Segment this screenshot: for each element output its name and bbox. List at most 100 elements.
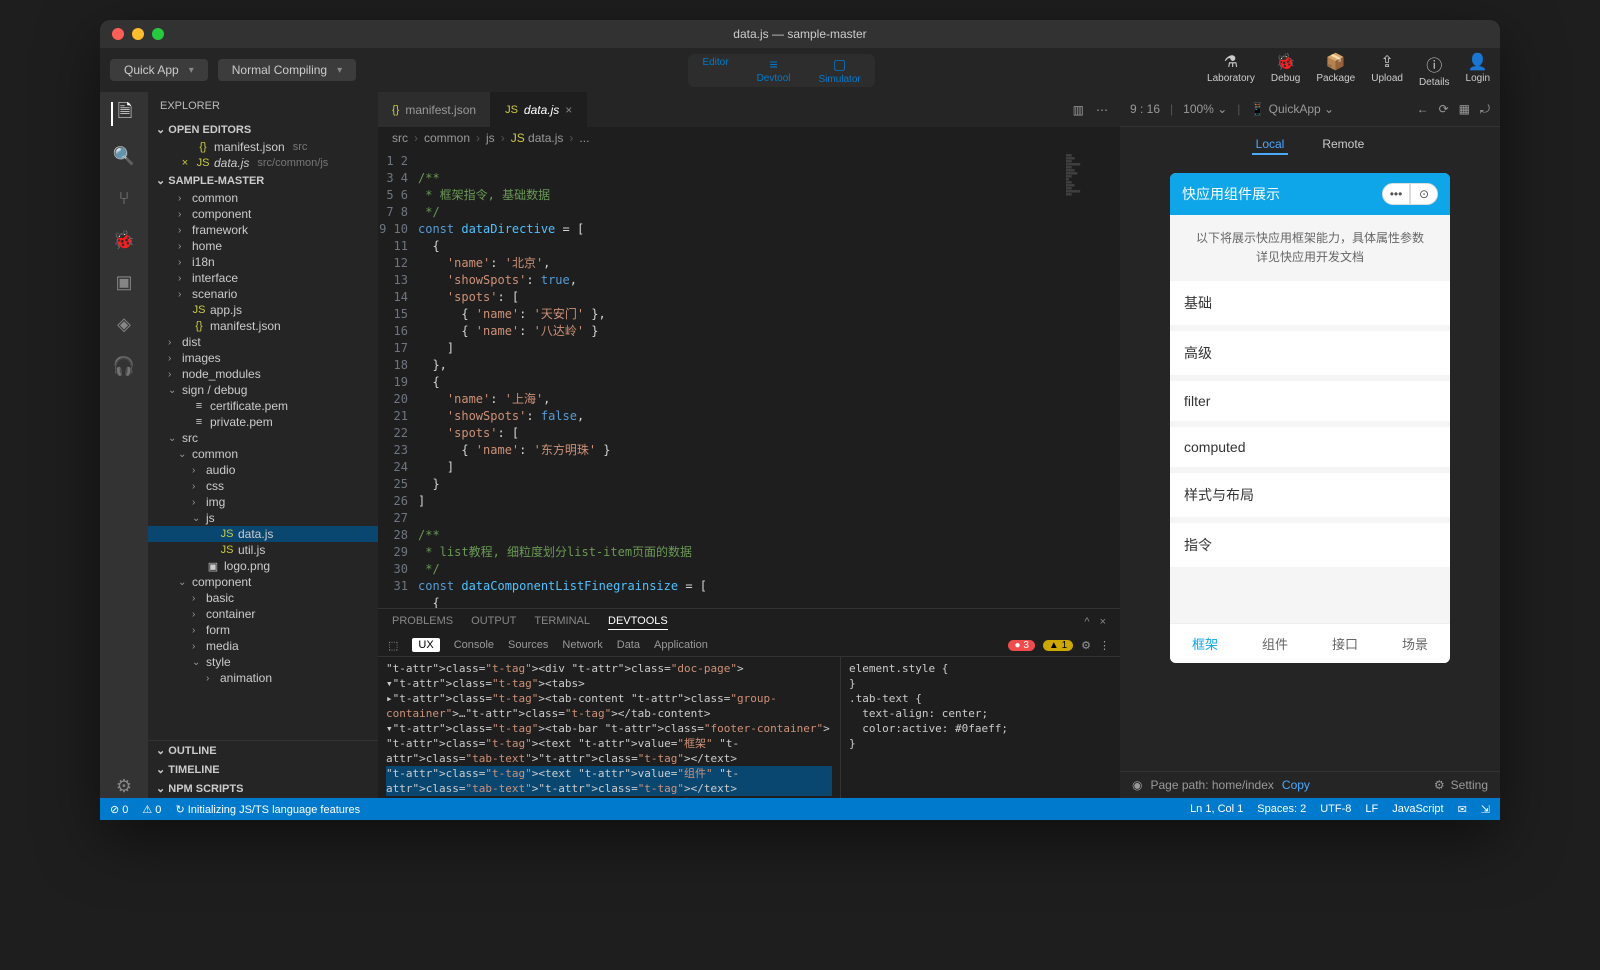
toolbar-package[interactable]: 📦Package <box>1316 52 1355 88</box>
scm-icon[interactable]: ⑂ <box>112 186 136 210</box>
tree-item[interactable]: ›container <box>148 606 378 622</box>
tree-item[interactable]: ›media <box>148 638 378 654</box>
tree-item[interactable]: JSutil.js <box>148 542 378 558</box>
tree-item[interactable]: ›interface <box>148 270 378 286</box>
split-editor-icon[interactable]: ▥ <box>1073 103 1084 117</box>
open-editor-item[interactable]: ×JSdata.jssrc/common/js <box>148 155 378 171</box>
explorer-icon[interactable]: 🗎 <box>111 102 135 126</box>
devtool-tab-console[interactable]: Console <box>454 639 494 651</box>
dom-tree[interactable]: "t-attr">class="t-tag"><div "t-attr">cla… <box>378 657 840 798</box>
toolbar-devtool[interactable]: ≡Devtool <box>743 54 805 87</box>
panel-close-icon[interactable]: × <box>1100 614 1106 630</box>
open-editors-header[interactable]: OPEN EDITORS <box>148 120 378 139</box>
tree-item[interactable]: ⌄component <box>148 574 378 590</box>
toolbar-login[interactable]: 👤Login <box>1466 52 1490 88</box>
breadcrumb[interactable]: src›common›js›JS data.js›... <box>378 127 1120 149</box>
settings-icon[interactable]: ⚙ <box>112 774 136 798</box>
panel-tab-devtools[interactable]: DEVTOOLS <box>608 613 668 630</box>
layers-icon[interactable]: ◈ <box>112 312 136 336</box>
app-dropdown[interactable]: Quick App <box>110 59 208 81</box>
debug-icon[interactable]: 🐞 <box>112 228 136 252</box>
tree-item[interactable]: ⌄style <box>148 654 378 670</box>
devtool-tab-data[interactable]: Data <box>617 639 640 651</box>
tree-item[interactable]: ›scenario <box>148 286 378 302</box>
copy-link[interactable]: Copy <box>1282 778 1310 792</box>
refresh-icon[interactable]: ⟳ <box>1439 102 1449 117</box>
phone-list-item[interactable]: filter <box>1170 381 1450 421</box>
tree-item[interactable]: ›audio <box>148 462 378 478</box>
tree-item[interactable]: ›form <box>148 622 378 638</box>
tree-item[interactable]: ›home <box>148 238 378 254</box>
toolbar-debug[interactable]: 🐞Debug <box>1271 52 1300 88</box>
tree-item[interactable]: ⌄sign / debug <box>148 382 378 398</box>
tree-item[interactable]: {}manifest.json <box>148 318 378 334</box>
toolbar-simulator[interactable]: ▢Simulator <box>804 54 874 87</box>
tab-local[interactable]: Local <box>1252 135 1289 155</box>
more-icon[interactable]: ⋯ <box>1096 103 1108 117</box>
open-editor-item[interactable]: {}manifest.jsonsrc <box>148 139 378 155</box>
toolbar-editor[interactable]: Editor <box>688 54 742 87</box>
devtool-tab-ux[interactable]: UX <box>412 638 439 652</box>
toolbar-details[interactable]: ⓘDetails <box>1419 52 1450 88</box>
maximize-window[interactable] <box>152 28 164 40</box>
tree-item[interactable]: ›css <box>148 478 378 494</box>
panel-tab-problems[interactable]: PROBLEMS <box>392 613 453 630</box>
tree-item[interactable]: ›component <box>148 206 378 222</box>
tree-item[interactable]: ›basic <box>148 590 378 606</box>
code-content[interactable]: /** * 框架指令, 基础数据 */ const dataDirective … <box>418 149 1060 608</box>
phone-list-item[interactable]: 基础 <box>1170 281 1450 325</box>
tree-item[interactable]: ›framework <box>148 222 378 238</box>
element-picker-icon[interactable]: ⬚ <box>388 639 398 652</box>
phone-footer-tab[interactable]: 组件 <box>1240 624 1310 663</box>
outline-header[interactable]: OUTLINE <box>148 740 378 760</box>
code-editor[interactable]: 1 2 3 4 5 6 7 8 9 10 11 12 13 14 15 16 1… <box>378 149 1120 608</box>
phone-list-item[interactable]: 样式与布局 <box>1170 473 1450 517</box>
preview-zoom[interactable]: 100% ⌄ <box>1183 102 1227 116</box>
devtools-settings-icon[interactable]: ⚙ <box>1081 639 1091 652</box>
tab-remote[interactable]: Remote <box>1318 135 1368 155</box>
close-window[interactable] <box>112 28 124 40</box>
phone-footer-tab[interactable]: 接口 <box>1310 624 1380 663</box>
editor-tab[interactable]: JSdata.js× <box>491 92 587 127</box>
warning-badge[interactable]: ▲ 1 <box>1043 640 1073 651</box>
chat-icon[interactable]: 🎧 <box>112 354 136 378</box>
tree-item[interactable]: ›dist <box>148 334 378 350</box>
tree-item[interactable]: ▣logo.png <box>148 558 378 574</box>
panel-tab-output[interactable]: OUTPUT <box>471 613 516 630</box>
phone-list-item[interactable]: 指令 <box>1170 523 1450 567</box>
extensions-icon[interactable]: ▣ <box>112 270 136 294</box>
tree-item[interactable]: ≡certificate.pem <box>148 398 378 414</box>
styles-pane[interactable]: element.style { } .tab-text { text-align… <box>840 657 1120 798</box>
minimize-window[interactable] <box>132 28 144 40</box>
tree-item[interactable]: ⌄common <box>148 446 378 462</box>
tree-item[interactable]: ≡private.pem <box>148 414 378 430</box>
minimap[interactable]: ████████████████████████████████████████… <box>1060 149 1120 608</box>
phone-footer-tab[interactable]: 场景 <box>1380 624 1450 663</box>
error-badge[interactable]: ● 3 <box>1008 640 1034 651</box>
phone-list-item[interactable]: computed <box>1170 427 1450 467</box>
project-header[interactable]: SAMPLE-MASTER <box>148 171 378 190</box>
timeline-header[interactable]: TIMELINE <box>148 760 378 779</box>
tree-item[interactable]: ›common <box>148 190 378 206</box>
capsule-more-icon[interactable]: ••• <box>1382 183 1410 205</box>
toolbar-laboratory[interactable]: ⚗Laboratory <box>1207 52 1255 88</box>
phone-footer-tab[interactable]: 框架 <box>1170 624 1240 663</box>
tree-item[interactable]: ›node_modules <box>148 366 378 382</box>
tree-item[interactable]: ›img <box>148 494 378 510</box>
devtools-more-icon[interactable]: ⋮ <box>1099 639 1110 652</box>
toolbar-upload[interactable]: ⇪Upload <box>1371 52 1403 88</box>
phone-list-item[interactable]: 高级 <box>1170 331 1450 375</box>
tree-item[interactable]: ⌄src <box>148 430 378 446</box>
tree-item[interactable]: ›images <box>148 350 378 366</box>
capsule-close-icon[interactable]: ⊙ <box>1410 183 1438 205</box>
tree-item[interactable]: JSdata.js <box>148 526 378 542</box>
preview-device[interactable]: 📱 QuickApp ⌄ <box>1250 102 1334 116</box>
npm-header[interactable]: NPM SCRIPTS <box>148 779 378 798</box>
editor-tab[interactable]: {}manifest.json <box>378 92 491 127</box>
tree-item[interactable]: ⌄js <box>148 510 378 526</box>
devtool-tab-sources[interactable]: Sources <box>508 639 548 651</box>
rotate-icon[interactable]: ⤾ <box>1480 102 1490 117</box>
qr-icon[interactable]: ▦ <box>1459 102 1470 117</box>
compile-dropdown[interactable]: Normal Compiling <box>218 59 356 81</box>
tree-item[interactable]: JSapp.js <box>148 302 378 318</box>
